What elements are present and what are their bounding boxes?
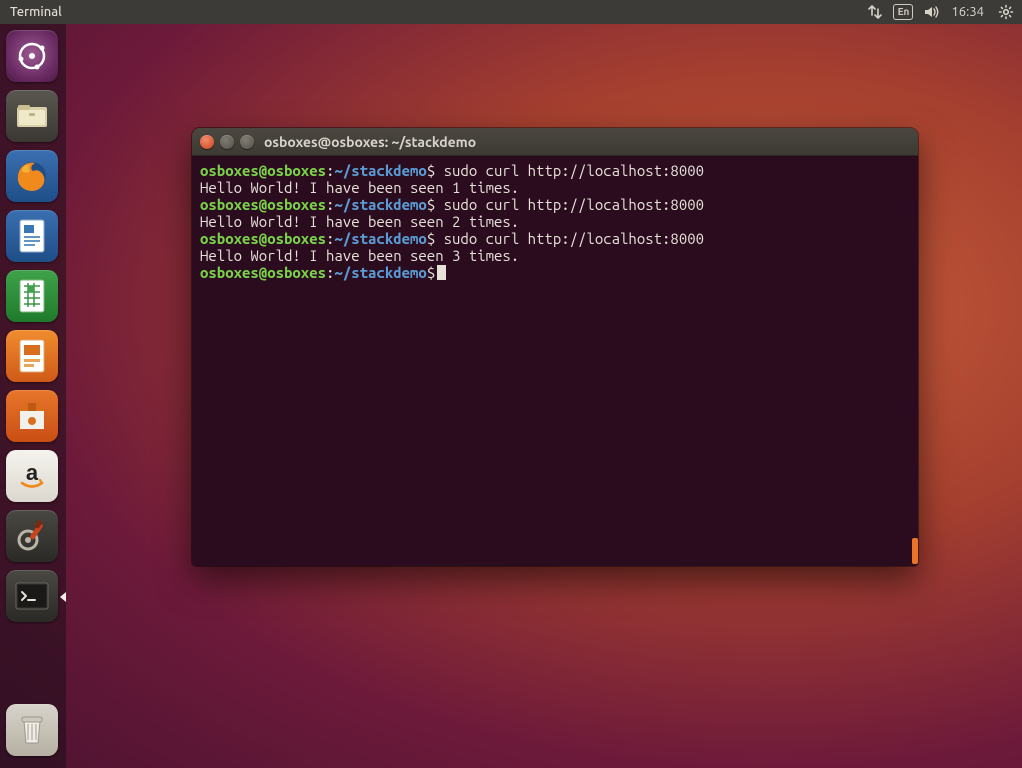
terminal-line: osboxes@osboxes:~/stackdemo$ (200, 264, 910, 281)
active-app-label: Terminal (10, 5, 62, 19)
keyboard-layout-label: En (893, 4, 913, 20)
terminal-line: osboxes@osboxes:~/stackdemo$ sudo curl h… (200, 162, 910, 179)
terminal-line: osboxes@osboxes:~/stackdemo$ sudo curl h… (200, 230, 910, 247)
unity-launcher: a (0, 24, 66, 768)
window-minimize-button[interactable] (220, 135, 234, 149)
writer-icon[interactable] (6, 210, 58, 262)
firefox-icon[interactable] (6, 150, 58, 202)
software-icon[interactable] (6, 390, 58, 442)
terminal-body[interactable]: osboxes@osboxes:~/stackdemo$ sudo curl h… (192, 156, 918, 566)
clock-indicator[interactable]: 16:34 (951, 5, 984, 19)
terminal-line: Hello World! I have been seen 2 times. (200, 213, 910, 230)
terminal-cursor (437, 265, 446, 280)
svg-text:a: a (26, 460, 39, 485)
terminal-title: osboxes@osboxes: ~/stackdemo (264, 134, 476, 150)
window-maximize-button[interactable] (240, 135, 254, 149)
system-gear-icon[interactable] (998, 1, 1014, 23)
keyboard-layout-indicator[interactable]: En (893, 1, 913, 23)
terminal-window[interactable]: osboxes@osboxes: ~/stackdemo osboxes@osb… (192, 128, 918, 566)
terminal-titlebar[interactable]: osboxes@osboxes: ~/stackdemo (192, 128, 918, 156)
terminal-line: osboxes@osboxes:~/stackdemo$ sudo curl h… (200, 196, 910, 213)
impress-icon[interactable] (6, 330, 58, 382)
terminal-icon[interactable] (6, 570, 58, 622)
window-close-button[interactable] (200, 135, 214, 149)
calc-icon[interactable] (6, 270, 58, 322)
files-icon[interactable] (6, 90, 58, 142)
dash-icon[interactable] (6, 30, 58, 82)
top-menu-bar: Terminal En 16:34 (0, 0, 1022, 24)
settings-icon[interactable] (6, 510, 58, 562)
trash-icon[interactable] (6, 704, 58, 756)
amazon-icon[interactable]: a (6, 450, 58, 502)
terminal-line: Hello World! I have been seen 3 times. (200, 247, 910, 264)
terminal-line: Hello World! I have been seen 1 times. (200, 179, 910, 196)
sound-indicator-icon[interactable] (923, 1, 941, 23)
terminal-scrollbar-thumb[interactable] (912, 538, 918, 564)
network-indicator-icon[interactable] (867, 1, 883, 23)
launcher-active-pip (60, 592, 66, 602)
